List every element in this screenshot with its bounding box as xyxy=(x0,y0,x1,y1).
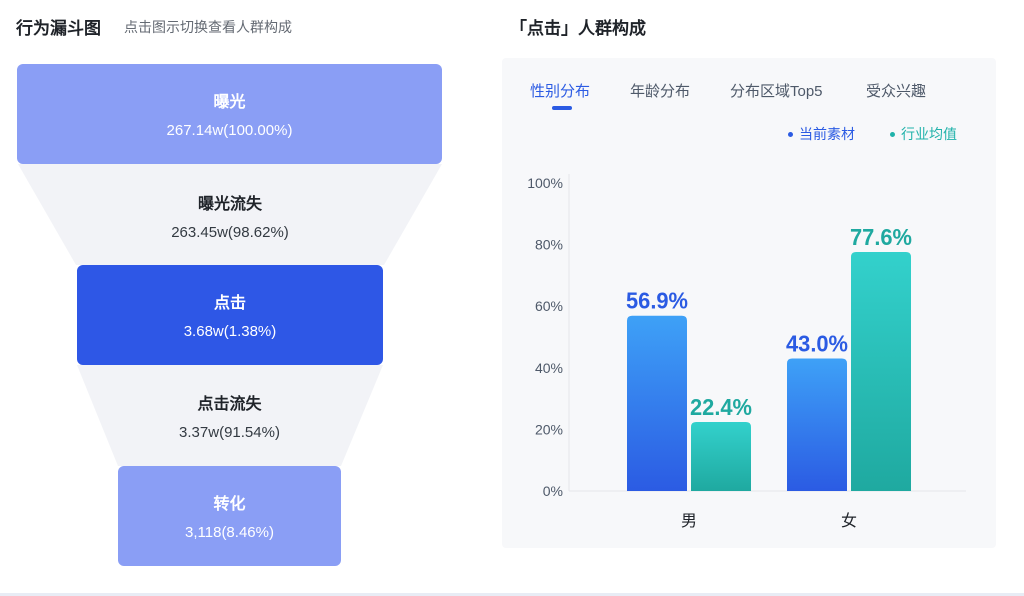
y-tick-label: 40% xyxy=(535,360,563,376)
bar-industry-1[interactable] xyxy=(851,251,911,491)
bar-value-label: 22.4% xyxy=(690,394,752,420)
y-tick-label: 20% xyxy=(535,421,563,437)
y-tick-label: 80% xyxy=(535,237,563,253)
bar-industry-0[interactable] xyxy=(691,422,751,491)
x-category-label: 女 xyxy=(841,511,857,530)
gender-bar-chart: 0%20%40%60%80%100% 56.9%22.4%43.0%77.6% … xyxy=(527,174,966,530)
x-category-label: 男 xyxy=(681,511,697,530)
bar-value-label: 43.0% xyxy=(786,331,848,357)
y-tick-label: 100% xyxy=(527,175,563,191)
bar-value-label: 77.6% xyxy=(850,224,912,250)
y-tick-label: 60% xyxy=(535,298,563,314)
y-tick-label: 0% xyxy=(543,483,563,499)
bar-current-1[interactable] xyxy=(787,358,847,491)
bar-current-0[interactable] xyxy=(627,315,687,491)
bar-value-label: 56.9% xyxy=(626,288,688,314)
